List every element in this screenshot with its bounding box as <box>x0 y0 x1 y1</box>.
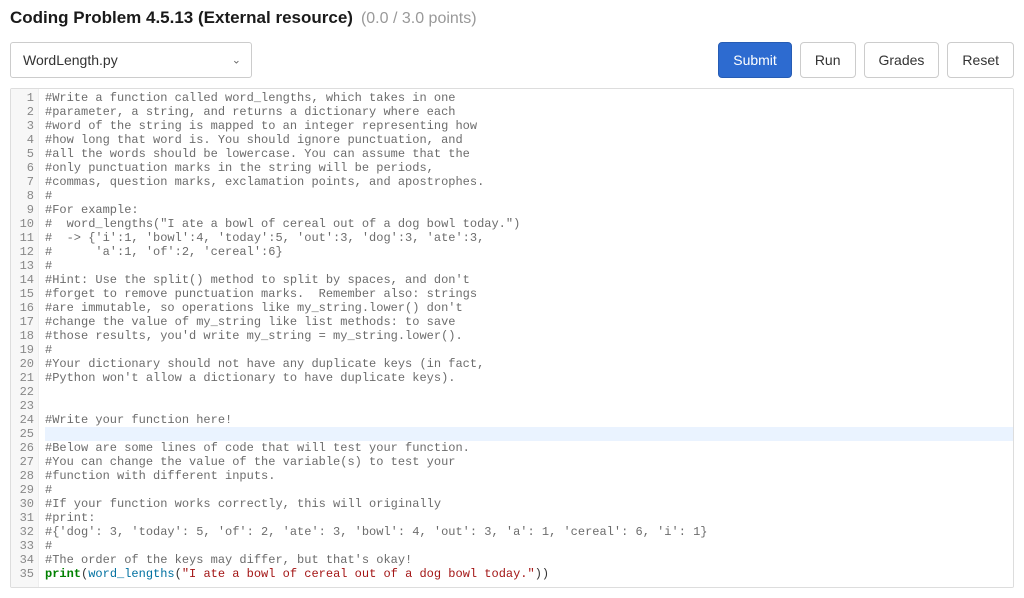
code-line[interactable]: #{'dog': 3, 'today': 5, 'of': 2, 'ate': … <box>45 525 1013 539</box>
code-line[interactable]: # <box>45 343 1013 357</box>
line-number: 30 <box>19 497 34 511</box>
line-number: 32 <box>19 525 34 539</box>
submit-button[interactable]: Submit <box>718 42 792 78</box>
code-line[interactable]: #are immutable, so operations like my_st… <box>45 301 1013 315</box>
code-line[interactable]: # 'a':1, 'of':2, 'cereal':6} <box>45 245 1013 259</box>
code-line[interactable]: # <box>45 259 1013 273</box>
code-line[interactable]: #those results, you'd write my_string = … <box>45 329 1013 343</box>
file-select[interactable]: WordLength.py ⌄ <box>10 42 252 78</box>
line-number: 15 <box>19 287 34 301</box>
code-line[interactable]: #Write your function here! <box>45 413 1013 427</box>
code-line[interactable]: #If your function works correctly, this … <box>45 497 1013 511</box>
code-line[interactable]: #forget to remove punctuation marks. Rem… <box>45 287 1013 301</box>
code-line[interactable]: #how long that word is. You should ignor… <box>45 133 1013 147</box>
code-line[interactable]: #The order of the keys may differ, but t… <box>45 553 1013 567</box>
line-number: 24 <box>19 413 34 427</box>
code-line[interactable]: #You can change the value of the variabl… <box>45 455 1013 469</box>
run-button[interactable]: Run <box>800 42 856 78</box>
code-line[interactable]: #function with different inputs. <box>45 469 1013 483</box>
line-number: 7 <box>19 175 34 189</box>
line-number: 20 <box>19 357 34 371</box>
line-number: 35 <box>19 567 34 581</box>
code-line[interactable]: #print: <box>45 511 1013 525</box>
grades-button[interactable]: Grades <box>864 42 940 78</box>
code-line[interactable]: # <box>45 539 1013 553</box>
code-line[interactable]: #Python won't allow a dictionary to have… <box>45 371 1013 385</box>
line-number: 9 <box>19 203 34 217</box>
code-line[interactable]: # -> {'i':1, 'bowl':4, 'today':5, 'out':… <box>45 231 1013 245</box>
code-line[interactable]: # <box>45 189 1013 203</box>
line-number: 13 <box>19 259 34 273</box>
problem-title: Coding Problem 4.5.13 (External resource… <box>10 8 353 28</box>
line-number: 16 <box>19 301 34 315</box>
code-line[interactable]: #Your dictionary should not have any dup… <box>45 357 1013 371</box>
line-number: 14 <box>19 273 34 287</box>
code-line[interactable]: #word of the string is mapped to an inte… <box>45 119 1013 133</box>
code-line[interactable]: print(word_lengths("I ate a bowl of cere… <box>45 567 1013 581</box>
line-number: 22 <box>19 385 34 399</box>
editor-scroll[interactable]: 1234567891011121314151617181920212223242… <box>11 89 1013 587</box>
line-number: 11 <box>19 231 34 245</box>
line-number: 10 <box>19 217 34 231</box>
line-gutter: 1234567891011121314151617181920212223242… <box>11 89 39 587</box>
code-line[interactable] <box>45 427 1013 441</box>
line-number: 34 <box>19 553 34 567</box>
code-editor[interactable]: 1234567891011121314151617181920212223242… <box>10 88 1014 588</box>
code-line[interactable]: #Write a function called word_lengths, w… <box>45 91 1013 105</box>
header: Coding Problem 4.5.13 (External resource… <box>10 8 1014 28</box>
line-number: 1 <box>19 91 34 105</box>
line-number: 26 <box>19 441 34 455</box>
chevron-down-icon: ⌄ <box>232 54 241 67</box>
line-number: 23 <box>19 399 34 413</box>
line-number: 4 <box>19 133 34 147</box>
code-line[interactable]: #all the words should be lowercase. You … <box>45 147 1013 161</box>
code-line[interactable]: #change the value of my_string like list… <box>45 315 1013 329</box>
file-select-value: WordLength.py <box>23 52 118 68</box>
code-line[interactable]: # word_lengths("I ate a bowl of cereal o… <box>45 217 1013 231</box>
line-number: 17 <box>19 315 34 329</box>
line-number: 29 <box>19 483 34 497</box>
line-number: 19 <box>19 343 34 357</box>
line-number: 12 <box>19 245 34 259</box>
code-line[interactable]: #Below are some lines of code that will … <box>45 441 1013 455</box>
line-number: 18 <box>19 329 34 343</box>
code-line[interactable]: #commas, question marks, exclamation poi… <box>45 175 1013 189</box>
code-line[interactable]: #For example: <box>45 203 1013 217</box>
line-number: 28 <box>19 469 34 483</box>
line-number: 25 <box>19 427 34 441</box>
line-number: 21 <box>19 371 34 385</box>
code-line[interactable] <box>45 385 1013 399</box>
line-number: 2 <box>19 105 34 119</box>
line-number: 33 <box>19 539 34 553</box>
code-line[interactable]: # <box>45 483 1013 497</box>
code-line[interactable]: #parameter, a string, and returns a dict… <box>45 105 1013 119</box>
code-line[interactable]: #Hint: Use the split() method to split b… <box>45 273 1013 287</box>
line-number: 8 <box>19 189 34 203</box>
code-area[interactable]: #Write a function called word_lengths, w… <box>39 89 1013 587</box>
points-display: (0.0 / 3.0 points) <box>361 10 477 28</box>
line-number: 6 <box>19 161 34 175</box>
line-number: 31 <box>19 511 34 525</box>
code-line[interactable]: #only punctuation marks in the string wi… <box>45 161 1013 175</box>
reset-button[interactable]: Reset <box>947 42 1014 78</box>
line-number: 27 <box>19 455 34 469</box>
toolbar: WordLength.py ⌄ Submit Run Grades Reset <box>10 42 1014 78</box>
code-line[interactable] <box>45 399 1013 413</box>
line-number: 5 <box>19 147 34 161</box>
line-number: 3 <box>19 119 34 133</box>
